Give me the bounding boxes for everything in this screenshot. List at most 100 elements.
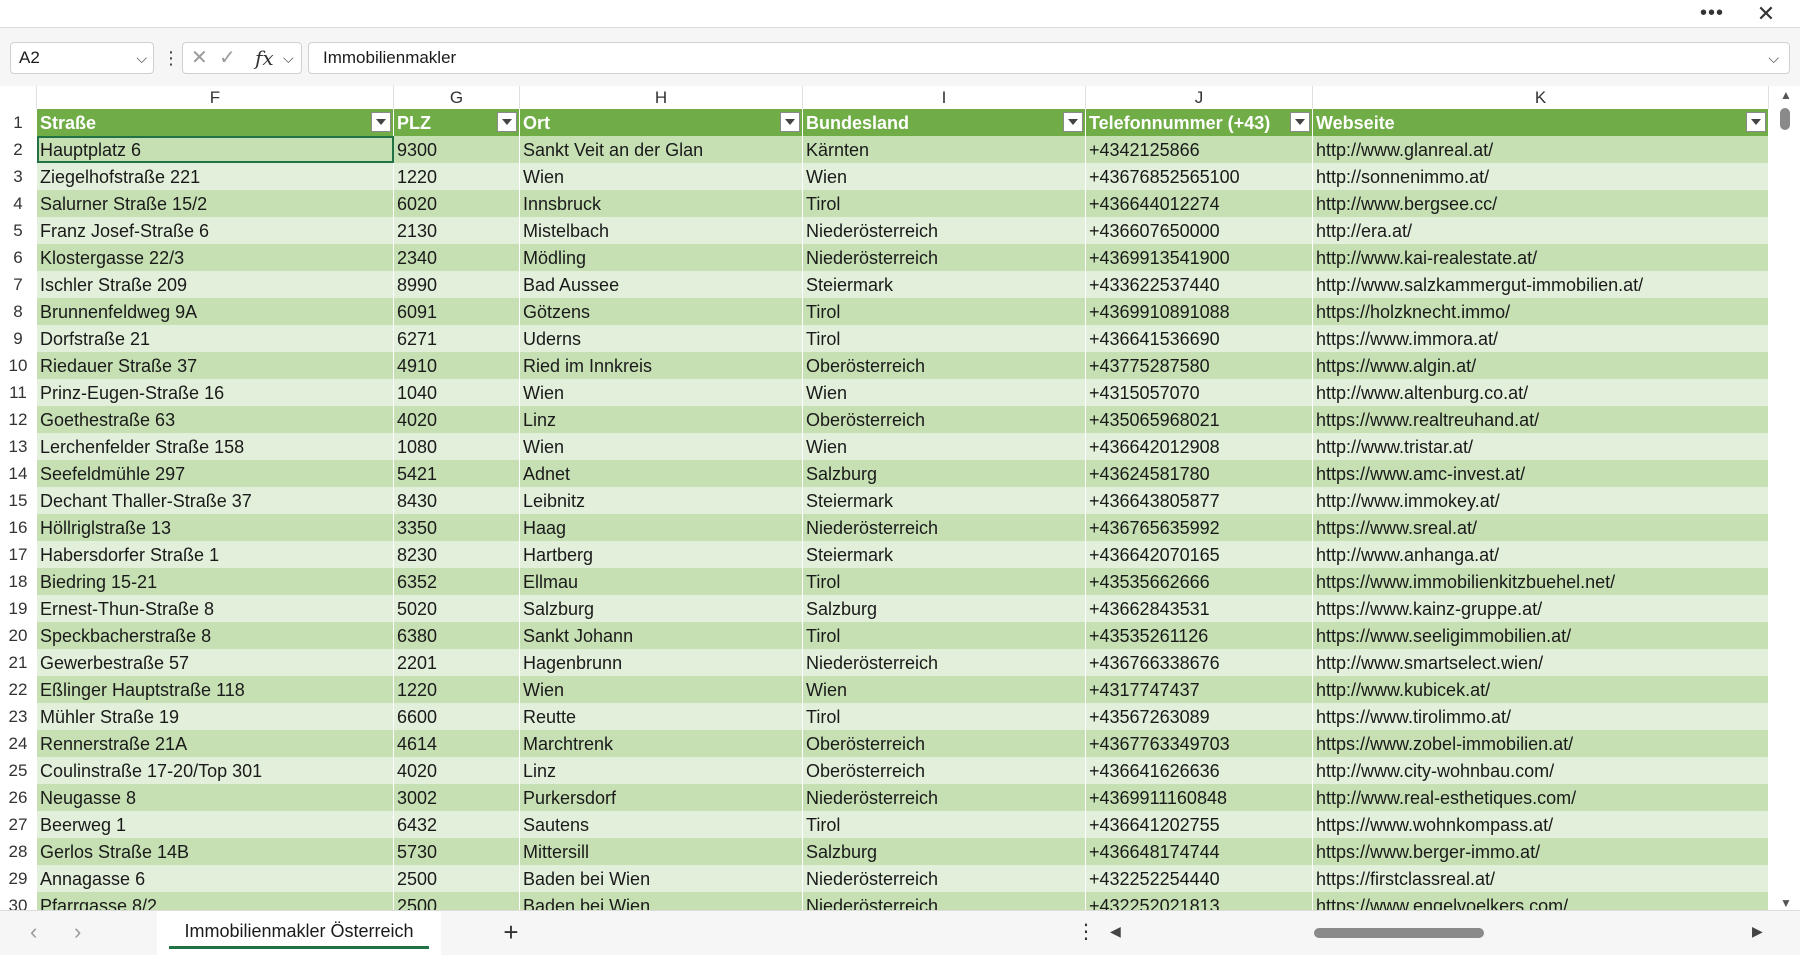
column-header-j[interactable]: J	[1086, 86, 1313, 109]
name-box[interactable]: A2 ⌵	[10, 42, 154, 74]
filter-dropdown-icon[interactable]	[497, 112, 517, 132]
cell-plz[interactable]: 2500	[394, 865, 520, 892]
cell-strasse[interactable]: Beerweg 1	[37, 811, 394, 838]
sheet-tab-active[interactable]: Immobilienmakler Österreich	[157, 911, 441, 955]
row-header[interactable]: 2	[0, 136, 36, 163]
row-header[interactable]: 27	[0, 811, 36, 838]
cell-bundesland[interactable]: Niederösterreich	[803, 244, 1086, 271]
cell-telefon[interactable]: +436644012274	[1086, 190, 1313, 217]
header-cell-webseite[interactable]: Webseite	[1313, 109, 1769, 136]
cell-bundesland[interactable]: Salzburg	[803, 595, 1086, 622]
cell-ort[interactable]: Marchtrenk	[520, 730, 803, 757]
cell-telefon[interactable]: +43535662666	[1086, 568, 1313, 595]
cell-plz[interactable]: 3002	[394, 784, 520, 811]
cell-plz[interactable]: 4614	[394, 730, 520, 757]
cell-bundesland[interactable]: Niederösterreich	[803, 892, 1086, 910]
scroll-left-icon[interactable]: ◀	[1110, 923, 1121, 940]
cell-plz[interactable]: 4020	[394, 406, 520, 433]
confirm-icon[interactable]: ✓	[219, 43, 236, 73]
cell-webseite[interactable]: http://www.tristar.at/	[1313, 433, 1769, 460]
cell-telefon[interactable]: +436641536690	[1086, 325, 1313, 352]
cell-strasse[interactable]: Annagasse 6	[37, 865, 394, 892]
cell-bundesland[interactable]: Tirol	[803, 298, 1086, 325]
close-icon[interactable]: ✕	[1750, 2, 1782, 26]
cell-telefon[interactable]: +43624581780	[1086, 460, 1313, 487]
column-header-k[interactable]: K	[1313, 86, 1769, 109]
header-cell-strasse[interactable]: Straße	[37, 109, 394, 136]
cell-bundesland[interactable]: Wien	[803, 676, 1086, 703]
cell-bundesland[interactable]: Tirol	[803, 325, 1086, 352]
cell-bundesland[interactable]: Oberösterreich	[803, 406, 1086, 433]
cell-plz[interactable]: 6432	[394, 811, 520, 838]
row-header[interactable]: 7	[0, 271, 36, 298]
cell-webseite[interactable]: https://www.wohnkompass.at/	[1313, 811, 1769, 838]
cell-ort[interactable]: Purkersdorf	[520, 784, 803, 811]
cell-plz[interactable]: 5020	[394, 595, 520, 622]
cell-plz[interactable]: 4910	[394, 352, 520, 379]
row-header[interactable]: 6	[0, 244, 36, 271]
cell-bundesland[interactable]: Wien	[803, 433, 1086, 460]
cell-plz[interactable]: 8230	[394, 541, 520, 568]
cell-webseite[interactable]: https://firstclassreal.at/	[1313, 865, 1769, 892]
cell-strasse[interactable]: Habersdorfer Straße 1	[37, 541, 394, 568]
cell-strasse[interactable]: Pfarrgasse 8/2	[37, 892, 394, 910]
cell-strasse[interactable]: Speckbacherstraße 8	[37, 622, 394, 649]
header-cell-telefon[interactable]: Telefonnummer (+43)	[1086, 109, 1313, 136]
cell-ort[interactable]: Sautens	[520, 811, 803, 838]
cell-webseite[interactable]: https://www.amc-invest.at/	[1313, 460, 1769, 487]
row-header[interactable]: 8	[0, 298, 36, 325]
cell-plz[interactable]: 6380	[394, 622, 520, 649]
cell-telefon[interactable]: +436641626636	[1086, 757, 1313, 784]
cell-telefon[interactable]: +432252254440	[1086, 865, 1313, 892]
filter-dropdown-icon[interactable]	[1063, 112, 1083, 132]
cell-ort[interactable]: Wien	[520, 379, 803, 406]
row-header[interactable]: 20	[0, 622, 36, 649]
cell-plz[interactable]: 6091	[394, 298, 520, 325]
row-header[interactable]: 16	[0, 514, 36, 541]
cell-plz[interactable]: 2340	[394, 244, 520, 271]
cell-strasse[interactable]: Franz Josef-Straße 6	[37, 217, 394, 244]
cell-webseite[interactable]: http://www.anhanga.at/	[1313, 541, 1769, 568]
cell-strasse[interactable]: Biedring 15-21	[37, 568, 394, 595]
cell-strasse[interactable]: Ischler Straße 209	[37, 271, 394, 298]
cell-ort[interactable]: Ried im Innkreis	[520, 352, 803, 379]
cell-strasse[interactable]: Hauptplatz 6	[37, 136, 394, 163]
row-header[interactable]: 17	[0, 541, 36, 568]
row-header[interactable]: 15	[0, 487, 36, 514]
cell-telefon[interactable]: +436765635992	[1086, 514, 1313, 541]
cell-ort[interactable]: Bad Aussee	[520, 271, 803, 298]
previous-sheet-icon[interactable]: ‹	[30, 919, 37, 945]
row-header[interactable]: 13	[0, 433, 36, 460]
cell-strasse[interactable]: Dechant Thaller-Straße 37	[37, 487, 394, 514]
horizontal-scroll-thumb[interactable]	[1314, 928, 1484, 938]
row-header[interactable]: 26	[0, 784, 36, 811]
cell-bundesland[interactable]: Salzburg	[803, 838, 1086, 865]
cell-ort[interactable]: Linz	[520, 406, 803, 433]
cell-webseite[interactable]: http://www.smartselect.wien/	[1313, 649, 1769, 676]
column-header-g[interactable]: G	[394, 86, 520, 109]
cell-bundesland[interactable]: Oberösterreich	[803, 730, 1086, 757]
cell-ort[interactable]: Mittersill	[520, 838, 803, 865]
cell-bundesland[interactable]: Tirol	[803, 622, 1086, 649]
cell-ort[interactable]: Leibnitz	[520, 487, 803, 514]
cell-telefon[interactable]: +4315057070	[1086, 379, 1313, 406]
cell-webseite[interactable]: https://www.tirolimmo.at/	[1313, 703, 1769, 730]
cell-ort[interactable]: Baden bei Wien	[520, 865, 803, 892]
cell-ort[interactable]: Wien	[520, 433, 803, 460]
cell-bundesland[interactable]: Niederösterreich	[803, 784, 1086, 811]
cell-webseite[interactable]: http://www.kubicek.at/	[1313, 676, 1769, 703]
cell-webseite[interactable]: https://holzknecht.immo/	[1313, 298, 1769, 325]
cell-webseite[interactable]: http://sonnenimmo.at/	[1313, 163, 1769, 190]
cell-ort[interactable]: Götzens	[520, 298, 803, 325]
cell-strasse[interactable]: Rennerstraße 21A	[37, 730, 394, 757]
spreadsheet-grid[interactable]: F G H I J K 1 Straße PLZ Ort Bundesland Telefonnumm…	[0, 86, 1772, 910]
cell-bundesland[interactable]: Steiermark	[803, 271, 1086, 298]
cell-plz[interactable]: 8990	[394, 271, 520, 298]
column-header-i[interactable]: I	[803, 86, 1086, 109]
cell-strasse[interactable]: Eßlinger Hauptstraße 118	[37, 676, 394, 703]
cell-plz[interactable]: 1220	[394, 676, 520, 703]
cell-plz[interactable]: 2500	[394, 892, 520, 910]
filter-dropdown-icon[interactable]	[1290, 112, 1310, 132]
cell-strasse[interactable]: Dorfstraße 21	[37, 325, 394, 352]
row-header[interactable]: 12	[0, 406, 36, 433]
